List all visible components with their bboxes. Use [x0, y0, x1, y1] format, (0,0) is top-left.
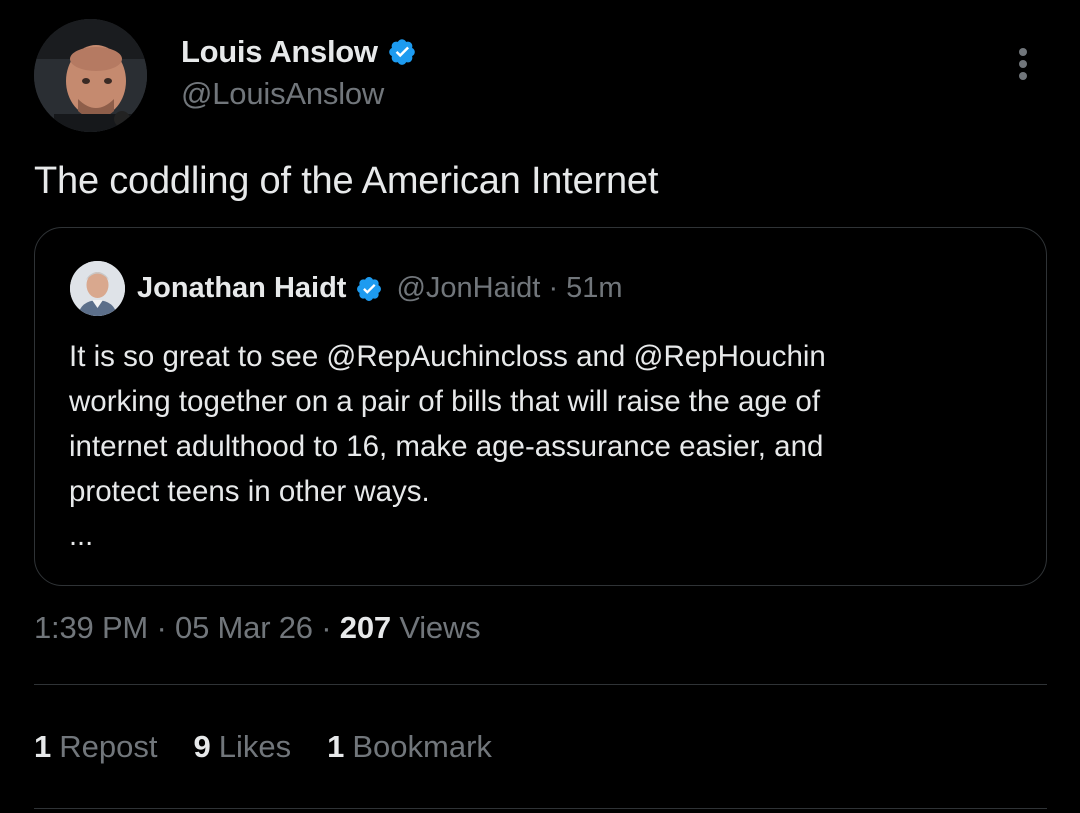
quoted-line: working together on a pair of bills that… [69, 385, 821, 418]
tweet-date[interactable]: 05 Mar 26 [175, 610, 313, 645]
divider [34, 808, 1047, 809]
more-options-icon[interactable] [1009, 44, 1037, 84]
verified-badge-icon[interactable] [387, 37, 417, 67]
divider [34, 684, 1047, 685]
tweet-text: The coddling of the American Internet [34, 160, 659, 202]
quoted-author-name[interactable]: Jonathan Haidt [137, 272, 346, 305]
reposts-stat[interactable]: 1 Repost [34, 729, 157, 765]
bookmarks-stat[interactable]: 1 Bookmark [327, 729, 492, 765]
quoted-truncation-ellipsis: ... [69, 520, 94, 552]
author-handle[interactable]: @LouisAnslow [181, 76, 417, 112]
meta-separator: · [321, 610, 332, 645]
quoted-tweet-card[interactable]: Jonathan Haidt @JonHaidt · 51m It is so … [34, 227, 1047, 586]
tweet-metadata: 1:39 PM · 05 Mar 26 · 207 Views [34, 610, 481, 646]
author-name[interactable]: Louis Anslow [181, 34, 378, 70]
quoted-line: internet adulthood to 16, make age-assur… [69, 430, 824, 463]
quoted-tweet-header: Jonathan Haidt @JonHaidt · 51m [70, 261, 623, 316]
views-count: 207 [339, 610, 391, 645]
likes-label: Likes [218, 729, 292, 764]
engagement-stats: 1 Repost 9 Likes 1 Bookmark [34, 729, 528, 765]
quoted-author-avatar[interactable] [70, 261, 125, 316]
quoted-tweet-text: It is so great to see @RepAuchincloss an… [69, 334, 1029, 552]
reposts-label: Repost [59, 729, 158, 764]
tweet-time[interactable]: 1:39 PM [34, 610, 148, 645]
quoted-author-handle[interactable]: @JonHaidt · 51m [396, 272, 622, 305]
bookmarks-count: 1 [327, 729, 345, 764]
quoted-separator: · [548, 272, 559, 304]
quoted-handle-text: @JonHaidt [396, 272, 541, 304]
likes-count: 9 [193, 729, 211, 764]
quoted-time: 51m [566, 272, 623, 304]
likes-stat[interactable]: 9 Likes [193, 729, 291, 765]
bookmarks-label: Bookmark [352, 729, 492, 764]
tweet-detail: Louis Anslow @LouisAnslow The coddling o… [0, 0, 1080, 813]
verified-badge-icon[interactable] [355, 275, 383, 303]
author-info: Louis Anslow @LouisAnslow [181, 32, 417, 112]
quoted-line: protect teens in other ways. [69, 475, 430, 508]
meta-separator: · [156, 610, 167, 645]
author-avatar[interactable] [34, 19, 147, 132]
reposts-count: 1 [34, 729, 52, 764]
quoted-line: It is so great to see @RepAuchincloss an… [69, 340, 826, 373]
views-label: Views [399, 610, 481, 645]
